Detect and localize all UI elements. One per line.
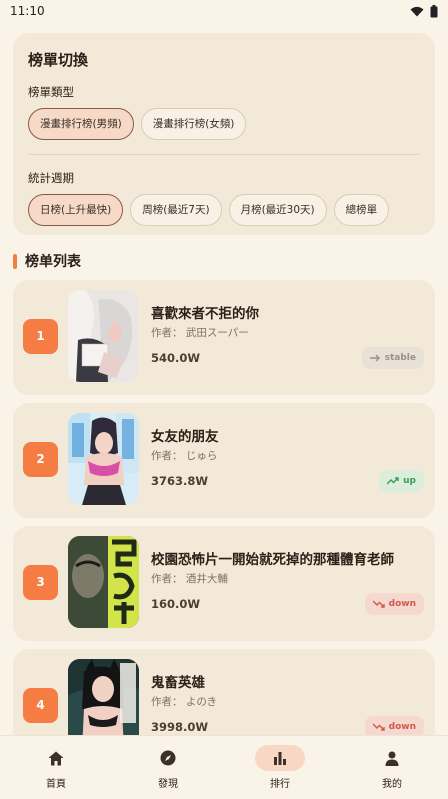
status-bar: 11:10 bbox=[0, 0, 448, 22]
chip-period-weekly[interactable]: 周榜(最近7天) bbox=[130, 194, 222, 226]
nav-discover[interactable]: 發現 bbox=[112, 736, 224, 799]
cover-image bbox=[68, 290, 139, 382]
nav-icon-wrap bbox=[367, 745, 417, 771]
chip-type-male[interactable]: 漫畫排行榜(男頻) bbox=[28, 108, 134, 140]
section-accent-bar bbox=[13, 253, 17, 269]
person-icon bbox=[385, 751, 399, 766]
compass-icon bbox=[160, 750, 176, 766]
comic-view-count: 540.0W bbox=[151, 351, 201, 365]
divider bbox=[28, 154, 420, 155]
trend-badge: stable bbox=[361, 347, 424, 369]
type-label: 榜單類型 bbox=[28, 85, 74, 99]
wifi-icon bbox=[410, 6, 424, 16]
rank-item[interactable]: 3 校園恐怖片一開始就死掉的那種體育老師 作者： 酒井大輔 160.0W dow… bbox=[13, 526, 435, 641]
nav-ranking[interactable]: 排行 bbox=[224, 736, 336, 799]
nav-label: 發現 bbox=[158, 779, 178, 790]
nav-icon-wrap bbox=[31, 745, 81, 771]
comic-author: 作者： よのき bbox=[151, 696, 218, 708]
ranking-switch-card: 榜單切換 榜單類型 漫畫排行榜(男頻) 漫畫排行榜(女頻) 統計週期 日榜(上升… bbox=[13, 33, 435, 235]
comic-title: 女友的朋友 bbox=[151, 429, 219, 445]
nav-profile[interactable]: 我的 bbox=[336, 736, 448, 799]
nav-icon-wrap bbox=[143, 745, 193, 771]
rank-item[interactable]: 1 喜歡來者不拒的你 作者： 武田スーパー 540.0W stable bbox=[13, 280, 435, 395]
nav-icon-wrap bbox=[255, 745, 305, 771]
nav-label: 首頁 bbox=[46, 779, 66, 790]
status-time: 11:10 bbox=[10, 4, 45, 18]
comic-view-count: 3998.0W bbox=[151, 720, 209, 734]
period-label: 統計週期 bbox=[28, 171, 74, 185]
nav-label: 我的 bbox=[382, 779, 402, 790]
home-icon bbox=[48, 751, 64, 765]
rank-badge: 2 bbox=[23, 442, 58, 477]
trend-label: down bbox=[388, 599, 416, 609]
bar-chart-icon bbox=[274, 751, 286, 765]
chip-period-total[interactable]: 總榜單 bbox=[333, 194, 390, 226]
type-chip-row: 漫畫排行榜(男頻) 漫畫排行榜(女頻) bbox=[28, 108, 420, 140]
battery-icon bbox=[430, 4, 438, 17]
trending-down-icon bbox=[372, 600, 385, 608]
trend-label: down bbox=[388, 722, 416, 732]
switch-title: 榜單切換 bbox=[28, 51, 89, 69]
chip-type-female[interactable]: 漫畫排行榜(女頻) bbox=[140, 108, 247, 140]
cover-image bbox=[68, 413, 139, 505]
comic-title: 喜歡來者不拒的你 bbox=[151, 306, 259, 322]
comic-view-count: 160.0W bbox=[151, 597, 201, 611]
comic-author: 作者： 武田スーパー bbox=[151, 327, 249, 339]
rank-badge: 3 bbox=[23, 565, 58, 600]
rank-badge: 1 bbox=[23, 319, 58, 354]
rank-badge: 4 bbox=[23, 688, 58, 723]
trend-badge: up bbox=[379, 470, 424, 492]
arrow-right-icon bbox=[369, 354, 380, 362]
period-chip-row: 日榜(上升最快) 周榜(最近7天) 月榜(最近30天) 總榜單 bbox=[28, 194, 420, 226]
list-section-title: 榜单列表 bbox=[13, 251, 81, 271]
comic-title: 鬼畜英雄 bbox=[151, 675, 205, 691]
status-icons bbox=[410, 4, 438, 18]
trend-label: stable bbox=[384, 353, 416, 363]
bottom-nav: 首頁 發現 排行 我的 bbox=[0, 735, 448, 799]
trending-down-icon bbox=[372, 723, 385, 731]
trend-label: up bbox=[403, 476, 416, 486]
trending-up-icon bbox=[387, 477, 399, 485]
comic-title: 校園恐怖片一開始就死掉的那種體育老師 bbox=[151, 552, 394, 568]
comic-author: 作者： じゅら bbox=[151, 450, 218, 462]
rank-item[interactable]: 2 女友的朋友 作者： じゅら 3763.8W up bbox=[13, 403, 435, 518]
list-title: 榜单列表 bbox=[25, 254, 81, 270]
nav-home[interactable]: 首頁 bbox=[0, 736, 112, 799]
trend-badge: down bbox=[364, 593, 424, 615]
nav-label: 排行 bbox=[270, 779, 290, 790]
chip-period-daily[interactable]: 日榜(上升最快) bbox=[28, 194, 124, 226]
cover-image bbox=[68, 536, 139, 628]
comic-author: 作者： 酒井大輔 bbox=[151, 573, 228, 585]
chip-period-monthly[interactable]: 月榜(最近30天) bbox=[228, 194, 327, 226]
comic-view-count: 3763.8W bbox=[151, 474, 209, 488]
